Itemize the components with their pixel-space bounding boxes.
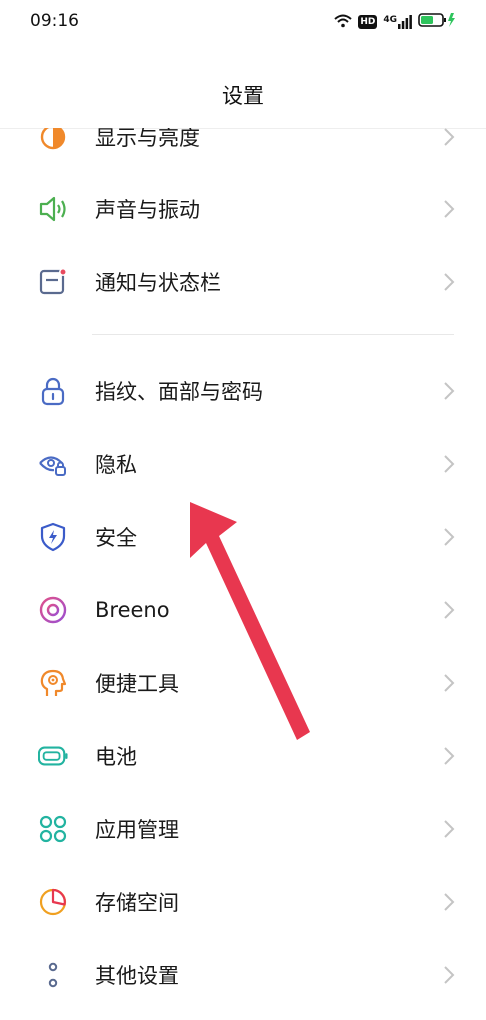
settings-list: 显示与亮度 声音与振动 通知与状态栏 指纹、面部与密码 隐私 安全 Breeno… — [0, 128, 486, 1020]
settings-item-battery[interactable]: 电池 — [0, 719, 486, 792]
settings-item-notification[interactable]: 通知与状态栏 — [0, 245, 486, 318]
status-bar: 09:16 HD 4G — [0, 0, 486, 44]
battery-icon — [38, 741, 68, 771]
settings-item-privacy[interactable]: 隐私 — [0, 427, 486, 500]
settings-item-convenience-tools[interactable]: 便捷工具 — [0, 646, 486, 719]
storage-icon — [38, 887, 68, 917]
security-shield-icon — [38, 522, 68, 552]
hd-badge: HD — [358, 15, 378, 29]
convenience-tools-icon — [38, 668, 68, 698]
header: 设置 — [0, 60, 486, 129]
settings-item-label: 应用管理 — [95, 817, 179, 842]
settings-item-app-management[interactable]: 应用管理 — [0, 792, 486, 865]
page-title: 设置 — [222, 84, 264, 108]
settings-item-label: 其他设置 — [95, 963, 179, 988]
chevron-right-icon — [444, 746, 455, 765]
settings-item-breeno[interactable]: Breeno — [0, 573, 486, 646]
settings-item-fingerprint-face-password[interactable]: 指纹、面部与密码 — [0, 354, 486, 427]
settings-item-label: 显示与亮度 — [95, 128, 200, 150]
settings-item-label: 通知与状态栏 — [95, 270, 221, 295]
settings-item-other-settings[interactable]: 其他设置 — [0, 938, 486, 1011]
settings-item-label: Breeno — [95, 597, 170, 622]
speaker-icon — [38, 194, 68, 224]
chevron-right-icon — [444, 673, 455, 692]
settings-item-sound[interactable]: 声音与振动 — [0, 172, 486, 245]
status-time: 09:16 — [30, 11, 79, 31]
section-divider — [92, 334, 454, 335]
lock-icon — [38, 376, 68, 406]
signal-icon: 4G — [383, 15, 412, 29]
status-icons: HD 4G — [334, 12, 456, 32]
privacy-eye-icon — [38, 449, 68, 479]
settings-item-security[interactable]: 安全 — [0, 500, 486, 573]
settings-item-label: 安全 — [95, 525, 137, 550]
chevron-right-icon — [444, 527, 455, 546]
settings-item-label: 电池 — [95, 744, 137, 769]
wifi-icon — [334, 13, 352, 32]
settings-item-label: 便捷工具 — [95, 671, 179, 696]
chevron-right-icon — [444, 892, 455, 911]
settings-item-display[interactable]: 显示与亮度 — [0, 128, 486, 173]
settings-item-label: 指纹、面部与密码 — [95, 379, 263, 404]
chevron-right-icon — [444, 965, 455, 984]
settings-item-label: 隐私 — [95, 452, 137, 477]
chevron-right-icon — [444, 272, 455, 291]
notification-icon — [38, 267, 68, 297]
settings-item-storage[interactable]: 存储空间 — [0, 865, 486, 938]
chevron-right-icon — [444, 199, 455, 218]
battery-status-icon — [418, 12, 456, 32]
chevron-right-icon — [444, 381, 455, 400]
display-brightness-icon — [38, 128, 68, 152]
chevron-right-icon — [444, 128, 455, 146]
network-type: 4G — [383, 15, 397, 25]
app-management-icon — [38, 814, 68, 844]
chevron-right-icon — [444, 454, 455, 473]
settings-item-label: 声音与振动 — [95, 197, 200, 222]
settings-item-label: 存储空间 — [95, 890, 179, 915]
chevron-right-icon — [444, 819, 455, 838]
more-settings-icon — [38, 960, 68, 990]
chevron-right-icon — [444, 600, 455, 619]
breeno-icon — [38, 595, 68, 625]
